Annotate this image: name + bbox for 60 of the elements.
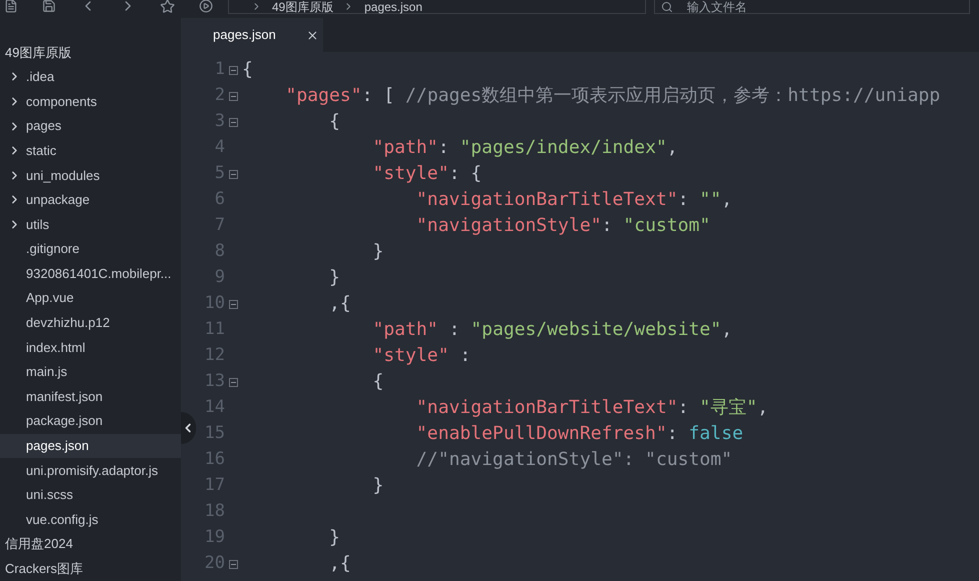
file-tree-item[interactable]: manifest.json	[0, 384, 181, 409]
code-line: "style" :	[372, 344, 471, 368]
fold-icon[interactable]	[229, 560, 238, 568]
file-icon[interactable]	[4, 0, 18, 13]
file-search-field[interactable]: 输入文件名	[687, 0, 887, 16]
save-icon[interactable]	[42, 0, 56, 13]
code-line: "navigationBarTitleText": "寻宝",	[415, 396, 768, 420]
file-tree-item[interactable]: uni.promisify.adaptor.js	[0, 458, 181, 483]
project-item[interactable]: 49图库原版	[0, 40, 181, 65]
code-line: "navigationBarTitleText": "",	[415, 188, 732, 212]
star-icon[interactable]	[160, 0, 175, 14]
editor-tab[interactable]: pages.json	[181, 18, 323, 52]
file-tree-item[interactable]: App.vue	[0, 286, 181, 311]
file-tree-item[interactable]: devzhizhu.p12	[0, 310, 181, 336]
file-tree-item[interactable]: uni.scss	[0, 482, 181, 508]
file-tree-item[interactable]: unpackage	[0, 188, 181, 212]
code-line: {	[328, 110, 340, 134]
file-tree-item[interactable]: .idea	[0, 64, 181, 90]
code-line: "navigationStyle": "custom"	[415, 214, 710, 238]
file-tree-item[interactable]: pages.json	[0, 434, 181, 458]
collapse-sidebar-button[interactable]	[181, 412, 196, 444]
project-item[interactable]: 信用盘2024	[0, 532, 181, 556]
fold-icon[interactable]	[229, 300, 238, 308]
file-tree-item[interactable]: main.js	[0, 360, 181, 384]
file-tree-item[interactable]: vue.config.js	[0, 507, 181, 532]
play-icon[interactable]	[199, 0, 213, 13]
close-icon[interactable]	[306, 28, 319, 42]
file-tree-item[interactable]: components	[0, 89, 181, 114]
file-tree-item[interactable]: uni_modules	[0, 162, 181, 188]
fold-icon[interactable]	[229, 170, 238, 178]
code-line: {	[242, 58, 253, 82]
search-icon	[661, 0, 673, 12]
search-box[interactable]: 输入文件名	[654, 0, 970, 14]
code-line: }	[372, 240, 384, 264]
fold-icon[interactable]	[229, 66, 238, 74]
file-tree-item[interactable]: .gitignore	[0, 236, 181, 262]
code-line: }	[328, 266, 340, 290]
fold-icon[interactable]	[229, 118, 238, 126]
code-line: "path" : "pages/website/website",	[372, 318, 732, 342]
file-tree-item[interactable]: 9320861401C.mobilepr...	[0, 261, 181, 286]
file-tree-item[interactable]: utils	[0, 212, 181, 237]
fold-icon[interactable]	[229, 92, 238, 100]
project-item[interactable]: Crackers图库	[0, 556, 181, 581]
breadcrumb-item[interactable]: 49图库原版	[272, 0, 334, 16]
code-line: "pages": [ //pages数组中第一项表示应用启动页，参考：https://uniapp	[284, 84, 940, 108]
file-tree-item[interactable]: package.json	[0, 408, 181, 434]
code-line: }	[372, 474, 384, 498]
code-line: {	[372, 370, 384, 394]
file-tree-item[interactable]: pages	[0, 114, 181, 138]
fold-icon[interactable]	[229, 378, 238, 386]
code-line: //"navigationStyle": "custom"	[415, 448, 732, 472]
code-line: "enablePullDownRefresh": false	[415, 422, 744, 446]
code-line: ,{	[328, 292, 351, 316]
code-line: }	[328, 526, 340, 550]
breadcrumb-item[interactable]: pages.json	[364, 0, 422, 16]
file-tree-item[interactable]: static	[0, 138, 181, 163]
code-line: "path": "pages/index/index",	[372, 136, 678, 160]
code-line: "style": {	[372, 162, 482, 186]
file-tree-item[interactable]: index.html	[0, 335, 181, 360]
code-line: ,{	[328, 552, 351, 576]
